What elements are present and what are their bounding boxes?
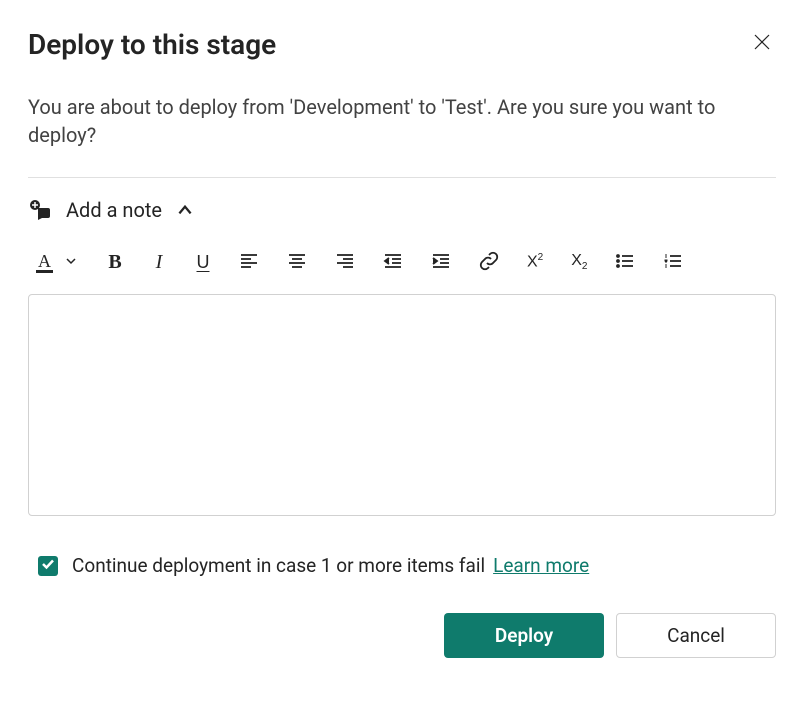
superscript-icon: X2	[527, 252, 543, 271]
subscript-button[interactable]: X2	[569, 250, 589, 274]
dialog-description: You are about to deploy from 'Developmen…	[28, 93, 776, 149]
underline-button[interactable]: U	[193, 250, 213, 274]
font-color-button[interactable]: A	[34, 250, 55, 274]
subscript-icon: X2	[571, 252, 587, 272]
deploy-button[interactable]: Deploy	[444, 613, 604, 658]
align-center-icon	[287, 251, 307, 274]
underline-icon: U	[197, 252, 210, 273]
close-icon	[752, 32, 772, 55]
numbered-list-icon	[663, 251, 683, 274]
chevron-down-icon	[65, 255, 77, 270]
dialog-footer: Deploy Cancel	[28, 613, 776, 658]
align-right-button[interactable]	[333, 250, 357, 274]
note-section-header[interactable]: Add a note	[28, 198, 776, 222]
font-color-dropdown[interactable]	[61, 250, 81, 274]
close-button[interactable]	[748, 28, 776, 59]
italic-button[interactable]: I	[149, 250, 169, 274]
italic-icon: I	[156, 251, 163, 274]
chevron-up-icon	[176, 201, 194, 219]
continue-on-fail-checkbox[interactable]	[38, 556, 58, 576]
numbered-list-button[interactable]	[661, 250, 685, 274]
bullet-list-button[interactable]	[613, 250, 637, 274]
checkmark-icon	[41, 556, 55, 575]
outdent-icon	[383, 251, 403, 274]
align-right-icon	[335, 251, 355, 274]
superscript-button[interactable]: X2	[525, 250, 545, 274]
continue-on-fail-label: Continue deployment in case 1 or more it…	[72, 554, 485, 577]
indent-button[interactable]	[429, 250, 453, 274]
divider	[28, 177, 776, 178]
bold-icon: B	[108, 251, 121, 274]
link-icon	[479, 251, 499, 274]
outdent-button[interactable]	[381, 250, 405, 274]
note-editor[interactable]	[28, 294, 776, 516]
align-center-button[interactable]	[285, 250, 309, 274]
continue-on-fail-row: Continue deployment in case 1 or more it…	[28, 554, 776, 577]
font-color-icon: A	[36, 252, 53, 273]
note-label: Add a note	[66, 198, 162, 222]
checkbox-text: Continue deployment in case 1 or more it…	[72, 554, 589, 577]
font-color-group: A	[34, 250, 81, 274]
link-button[interactable]	[477, 250, 501, 274]
add-note-icon	[28, 198, 52, 222]
dialog-header: Deploy to this stage	[28, 28, 776, 61]
align-left-button[interactable]	[237, 250, 261, 274]
learn-more-link[interactable]: Learn more	[493, 554, 589, 577]
indent-icon	[431, 251, 451, 274]
rich-text-toolbar: A B I U	[28, 250, 776, 274]
bullet-list-icon	[615, 251, 635, 274]
cancel-button[interactable]: Cancel	[616, 613, 776, 658]
dialog-title: Deploy to this stage	[28, 28, 276, 61]
align-left-icon	[239, 251, 259, 274]
bold-button[interactable]: B	[105, 250, 125, 274]
